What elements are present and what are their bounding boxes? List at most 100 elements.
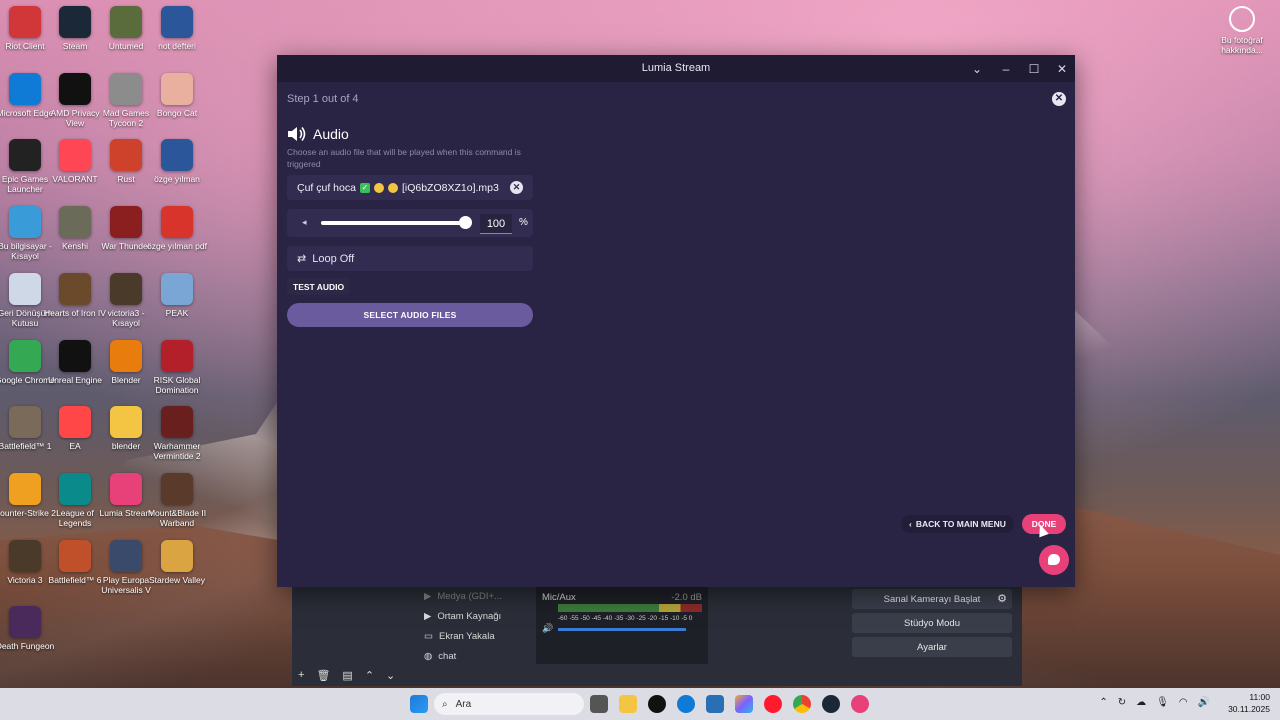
app-icon (59, 6, 91, 38)
select-audio-files-button[interactable]: SELECT AUDIO FILES (287, 303, 533, 327)
volume-slider-thumb[interactable] (459, 216, 472, 229)
start-virtual-camera-button[interactable]: Sanal Kamerayı Başlat (852, 589, 1012, 609)
clock-date: 30.11.2025 (1228, 704, 1270, 714)
edge-icon[interactable] (677, 695, 695, 713)
loop-toggle[interactable]: ⇄ Loop Off (287, 246, 533, 271)
app-icon (9, 606, 41, 639)
chevron-up-icon[interactable]: ⌃ (1099, 697, 1107, 708)
volume-icon[interactable]: 🔊 (1198, 697, 1210, 708)
close-window-button[interactable]: ✕ (1052, 59, 1072, 79)
maximize-button[interactable]: ☐ (1024, 59, 1044, 79)
monitor-icon: ▭ (424, 630, 433, 642)
opera-icon[interactable] (764, 695, 782, 713)
mixer-volume-slider[interactable] (558, 628, 686, 631)
app-icon (59, 406, 91, 439)
store-icon[interactable] (706, 695, 724, 713)
desktop-icon[interactable]: özge yılman (144, 139, 210, 184)
app-icon (161, 539, 193, 572)
source-row[interactable]: ▶ Ortam Kaynağı (416, 606, 522, 626)
desktop-icon[interactable]: özge yılman pdf (144, 206, 210, 251)
source-row[interactable]: ◍ chat (416, 646, 522, 666)
windows-start-icon[interactable] (410, 695, 428, 713)
section-description: Choose an audio file that will be played… (287, 147, 521, 169)
desktop-icon[interactable]: PEAK (144, 272, 210, 318)
trash-icon[interactable]: 🗑 (316, 669, 330, 682)
lumia-stream-window: Lumia Stream ⌄ – ☐ ✕ Step 1 out of 4 ✕ A… (277, 55, 1075, 587)
test-audio-button[interactable]: TEST AUDIO (287, 278, 350, 295)
desktop-icon-label: Kenshi (62, 241, 88, 252)
desktop-icon-label: Warhammer Vermintide 2 (153, 441, 201, 462)
desktop-icon-label: Rust (117, 174, 135, 185)
media-icon: ▶ (424, 590, 432, 602)
mixer-channel-name: Mic/Aux (542, 592, 576, 603)
desktop-icon-label: Bu fotoğraf hakkında... (1221, 35, 1263, 55)
chat-icon[interactable] (1039, 545, 1069, 575)
microphone-icon[interactable]: 🎙 (1156, 697, 1169, 708)
speaker-icon (287, 125, 307, 143)
title-bar: Lumia Stream ⌄ – ☐ ✕ (277, 55, 1075, 82)
remove-file-button[interactable]: ✕ (510, 181, 523, 194)
search-box[interactable]: ⌕ Ara (434, 693, 584, 715)
search-placeholder: Ara (455, 698, 472, 710)
app-icon (59, 472, 91, 505)
desktop-icon[interactable]: Death Fungeon (0, 606, 58, 651)
settings-button[interactable]: Ayarlar (852, 637, 1012, 657)
search-icon: ⌕ (442, 698, 448, 710)
desktop-icon[interactable]: Warhammer Vermintide 2 (144, 406, 210, 461)
speaker-icon[interactable]: 🔊 (542, 623, 553, 634)
close-dialog-button[interactable]: ✕ (1052, 92, 1066, 106)
desktop-icon-about-photo[interactable]: Bu fotoğraf hakkında... (1214, 6, 1270, 55)
copilot-icon[interactable] (735, 695, 753, 713)
app-icon (59, 539, 91, 572)
source-row[interactable]: ▭ Ekran Yakala (416, 626, 522, 646)
obs-mixer: Mic/Aux -2.0 dB -60 -55 -50 -45 -40 -35 … (536, 586, 708, 664)
minimize-button[interactable]: – (996, 59, 1016, 79)
camera-icon (1229, 6, 1255, 32)
add-icon[interactable]: + (298, 669, 304, 681)
volume-slider-track[interactable] (321, 221, 465, 225)
desktop-icon[interactable]: not defteri (144, 6, 210, 51)
app-icon (110, 472, 142, 505)
desktop-icon-label: özge yılman (154, 174, 200, 185)
down-icon[interactable]: ⌄ (386, 669, 395, 682)
mixer-meter (558, 604, 702, 612)
clock[interactable]: 11:00 30.11.2025 (1228, 691, 1270, 715)
obs-icon[interactable] (648, 695, 666, 713)
volume-unit: % (519, 217, 528, 228)
globe-icon: ◍ (424, 650, 433, 662)
wifi-icon[interactable]: ◠ (1179, 697, 1188, 708)
sync-icon[interactable]: ↻ (1118, 697, 1126, 708)
app-icon (9, 206, 41, 239)
app-icon (161, 472, 193, 505)
volume-input[interactable]: 100 (480, 214, 512, 234)
desktop-icon-label: victoria3 - Kısayol (107, 307, 145, 328)
obs-toolbar: + 🗑 ▤ ⌃ ⌄ (292, 664, 1022, 686)
desktop-icon[interactable]: Stardew Valley (144, 539, 210, 585)
gear-icon[interactable]: ⚙ (992, 589, 1012, 609)
desktop-icon-label: Death Fungeon (0, 641, 55, 652)
desktop-icon[interactable]: Mount&Blade II Warband (144, 472, 210, 528)
app-icon (110, 139, 142, 172)
app-icon (59, 206, 91, 239)
cloud-icon[interactable]: ☁ (1136, 697, 1146, 708)
back-to-main-menu-button[interactable]: ‹ BACK TO MAIN MENU (901, 515, 1014, 533)
app-icon (161, 339, 193, 372)
lumia-stream-icon[interactable] (851, 695, 869, 713)
desktop-icon[interactable]: Bongo Cat (144, 72, 210, 118)
task-view-icon[interactable] (590, 695, 608, 713)
loop-icon: ⇄ (297, 253, 307, 265)
source-label: Ekran Yakala (438, 630, 495, 642)
desktop-icon-label: League of Legends (56, 507, 94, 528)
desktop-icon[interactable]: RISK Global Domination (144, 339, 210, 395)
desktop-icon-label: özge yılman pdf (146, 241, 207, 252)
filter-icon[interactable]: ▤ (342, 669, 352, 682)
studio-mode-button[interactable]: Stüdyo Modu (852, 613, 1012, 633)
source-row[interactable]: ▶ Medya (GDI+... (416, 586, 522, 606)
steam-icon[interactable] (822, 695, 840, 713)
chevron-down-icon[interactable]: ⌄ (967, 59, 987, 79)
selected-audio-file[interactable]: Çuf çuf hoca ✓ [iQ6bZO8XZ1o].mp3 ✕ (287, 175, 533, 200)
up-icon[interactable]: ⌃ (365, 669, 374, 682)
chrome-icon[interactable] (793, 695, 811, 713)
app-icon (9, 539, 41, 572)
file-explorer-icon[interactable] (619, 695, 637, 713)
